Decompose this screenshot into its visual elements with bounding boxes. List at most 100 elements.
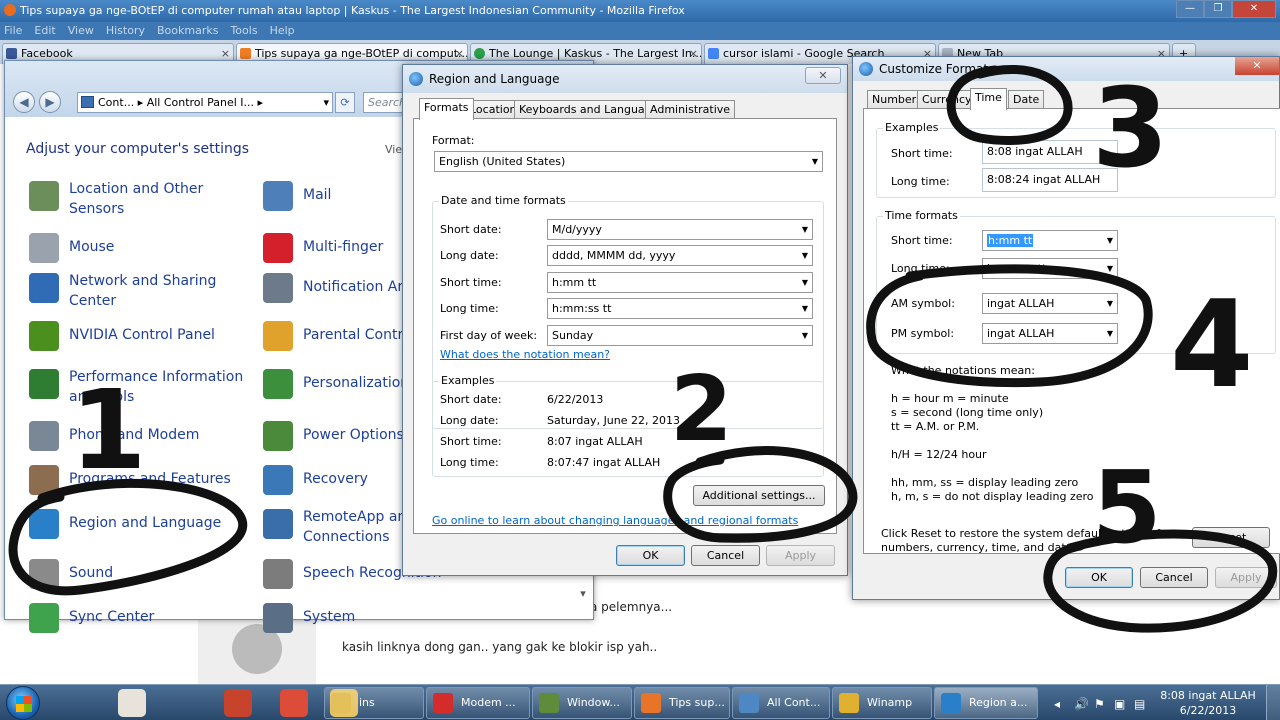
tab-formats[interactable]: Formats xyxy=(419,98,474,120)
minimize-button[interactable]: — xyxy=(1176,0,1204,18)
volume-icon[interactable]: 🔊 xyxy=(1074,697,1089,711)
tab-currency[interactable]: Currency xyxy=(917,90,977,110)
format-select[interactable]: English (United States) ▼ xyxy=(434,151,823,172)
cp-item-performance-information-and-tools[interactable]: Performance Information and Tools xyxy=(69,367,243,407)
back-button[interactable]: ◀ xyxy=(13,91,35,113)
tab-administrative[interactable]: Administrative xyxy=(645,100,736,120)
close-button[interactable]: ✕ xyxy=(805,67,841,84)
am-symbol-value: ingat ALLAH xyxy=(987,297,1055,310)
cp-item-mail[interactable]: Mail xyxy=(303,185,331,205)
cp-item-recovery[interactable]: Recovery xyxy=(303,469,368,489)
menu-view[interactable]: View xyxy=(68,24,94,37)
taskbar-button-all-cont[interactable]: All Cont... xyxy=(732,687,830,719)
field-select-short-time[interactable]: h:mm tt ▼ xyxy=(547,272,813,293)
user-avatar xyxy=(198,612,316,684)
cp-item-power-options[interactable]: Power Options xyxy=(303,425,404,445)
close-tab-icon[interactable]: × xyxy=(689,44,698,63)
tab-time[interactable]: Time xyxy=(970,88,1007,110)
menu-help[interactable]: Help xyxy=(270,24,295,37)
close-button[interactable]: ✕ xyxy=(1235,57,1279,75)
menu-file[interactable]: File xyxy=(4,24,22,37)
taskbar-button-ins[interactable]: ins xyxy=(324,687,424,719)
cp-item-system[interactable]: System xyxy=(303,607,355,627)
ok-button[interactable]: OK xyxy=(616,545,685,566)
refresh-button[interactable]: ⟳ xyxy=(335,92,355,113)
dropdown-arrow-icon: ▼ xyxy=(1106,299,1113,308)
cp-item-sync-center[interactable]: Sync Center xyxy=(69,607,154,627)
paint-icon[interactable] xyxy=(118,689,146,717)
clock-date: 6/22/2013 xyxy=(1179,704,1237,717)
menu-edit[interactable]: Edit xyxy=(34,24,55,37)
cp-item-programs-and-features[interactable]: Programs and Features xyxy=(69,469,231,489)
cp-item-location-and-other-sensors[interactable]: Location and Other Sensors xyxy=(69,179,203,219)
notation-link[interactable]: What does the notation mean? xyxy=(440,348,610,361)
maximize-button[interactable]: ❐ xyxy=(1204,0,1232,18)
chrome-icon[interactable] xyxy=(280,689,308,717)
additional-settings-button[interactable]: Additional settings... xyxy=(693,485,825,506)
book-icon[interactable] xyxy=(224,689,252,717)
customize-format-dialog: Customize Format ✕ Numbers Currency Time… xyxy=(852,56,1280,600)
taskbar-button-window[interactable]: Window... xyxy=(532,687,632,719)
cancel-button[interactable]: Cancel xyxy=(691,545,760,566)
cp-item-mouse[interactable]: Mouse xyxy=(69,237,114,257)
post-text: kasih linknya dong gan.. yang gak ke blo… xyxy=(342,640,658,654)
cp-item-sound[interactable]: Sound xyxy=(69,563,113,583)
field-select-long-time[interactable]: h:mm:ss tt ▼ xyxy=(547,298,813,319)
field-select-first-day-of-week[interactable]: Sunday ▼ xyxy=(547,325,813,346)
apply-button[interactable]: Apply xyxy=(1215,567,1277,588)
tab-date[interactable]: Date xyxy=(1008,90,1045,110)
cp-item-network-and-sharing-center[interactable]: Network and Sharing Center xyxy=(69,271,216,311)
pm-symbol-value: ingat ALLAH xyxy=(987,327,1055,340)
cp-item-phone-and-modem[interactable]: Phone and Modem xyxy=(69,425,199,445)
example-label-long-time: Long time: xyxy=(440,456,499,469)
ok-button[interactable]: OK xyxy=(1065,567,1133,588)
taskbar-button-modem[interactable]: Modem ... xyxy=(426,687,530,719)
show-desktop-button[interactable] xyxy=(1266,685,1280,720)
cp-item-remoteapp-and-connections[interactable]: RemoteApp and Connections xyxy=(303,507,415,547)
short-time-format-select[interactable]: h:mm tt ▼ xyxy=(982,230,1118,251)
power-icon xyxy=(263,421,293,451)
menu-bookmarks[interactable]: Bookmarks xyxy=(157,24,218,37)
forward-button[interactable]: ▶ xyxy=(39,91,61,113)
taskbar-button-region-a[interactable]: Region a... xyxy=(934,687,1038,719)
show-hidden-icons[interactable]: ◂ xyxy=(1054,697,1060,711)
chevron-down-icon[interactable]: ▾ xyxy=(323,93,329,112)
start-button[interactable] xyxy=(6,686,40,720)
close-button[interactable]: ✕ xyxy=(1232,0,1276,18)
am-symbol-select[interactable]: ingat ALLAH ▼ xyxy=(982,293,1118,314)
facebook-icon xyxy=(6,48,17,59)
apply-button[interactable]: Apply xyxy=(766,545,835,566)
example-value-short-time: 8:07 ingat ALLAH xyxy=(547,435,643,448)
field-select-short-date[interactable]: M/d/yyyy ▼ xyxy=(547,219,813,240)
globe-clock-icon xyxy=(29,509,59,539)
cp-item-multi-finger[interactable]: Multi-finger xyxy=(303,237,383,257)
menu-tools[interactable]: Tools xyxy=(230,24,257,37)
taskbar-button-tips-sup[interactable]: Tips sup... xyxy=(634,687,730,719)
network-icon[interactable]: ▤ xyxy=(1134,697,1145,711)
clock[interactable]: 8:08 ingat ALLAH 6/22/2013 xyxy=(1160,688,1256,718)
scroll-down-arrow[interactable]: ▾ xyxy=(575,587,591,615)
pm-symbol-select[interactable]: ingat ALLAH ▼ xyxy=(982,323,1118,344)
field-select-long-date[interactable]: dddd, MMMM dd, yyyy ▼ xyxy=(547,245,813,266)
action-center-icon[interactable]: ⚑ xyxy=(1094,697,1105,711)
reset-button[interactable]: Reset xyxy=(1192,527,1270,548)
cancel-button[interactable]: Cancel xyxy=(1140,567,1208,588)
notation-line: s = second (long time only) xyxy=(891,406,1044,419)
field-label-short-time: Short time: xyxy=(440,276,502,289)
taskbar-button-winamp[interactable]: Winamp xyxy=(832,687,932,719)
formats-panel: Format: English (United States) ▼ Date an… xyxy=(413,118,837,534)
taskbar: ◂ 🔊 ⚑ ▣ ▤ 8:08 ingat ALLAH 6/22/2013 ins Modem… xyxy=(0,684,1280,720)
tab-label: The Lounge | Kaskus - The Largest In... xyxy=(489,47,702,60)
cp-item-nvidia-control-panel[interactable]: NVIDIA Control Panel xyxy=(69,325,215,345)
address-bar[interactable]: Cont... ▸ All Control Panel I... ▸ ▾ xyxy=(77,92,333,113)
menu-history[interactable]: History xyxy=(106,24,145,37)
taskbar-button-label: Region a... xyxy=(969,696,1028,709)
notation-line: h/H = 12/24 hour xyxy=(891,448,987,461)
safely-remove-icon[interactable]: ▣ xyxy=(1114,697,1125,711)
cp-item-region-and-language[interactable]: Region and Language xyxy=(69,513,221,533)
online-help-link[interactable]: Go online to learn about changing langua… xyxy=(432,514,798,527)
group-title: Time formats xyxy=(883,209,960,222)
globe-icon xyxy=(859,62,873,76)
long-time-format-select[interactable]: h:mm:ss tt ▼ xyxy=(982,258,1118,279)
cp-item-personalization[interactable]: Personalization xyxy=(303,373,409,393)
